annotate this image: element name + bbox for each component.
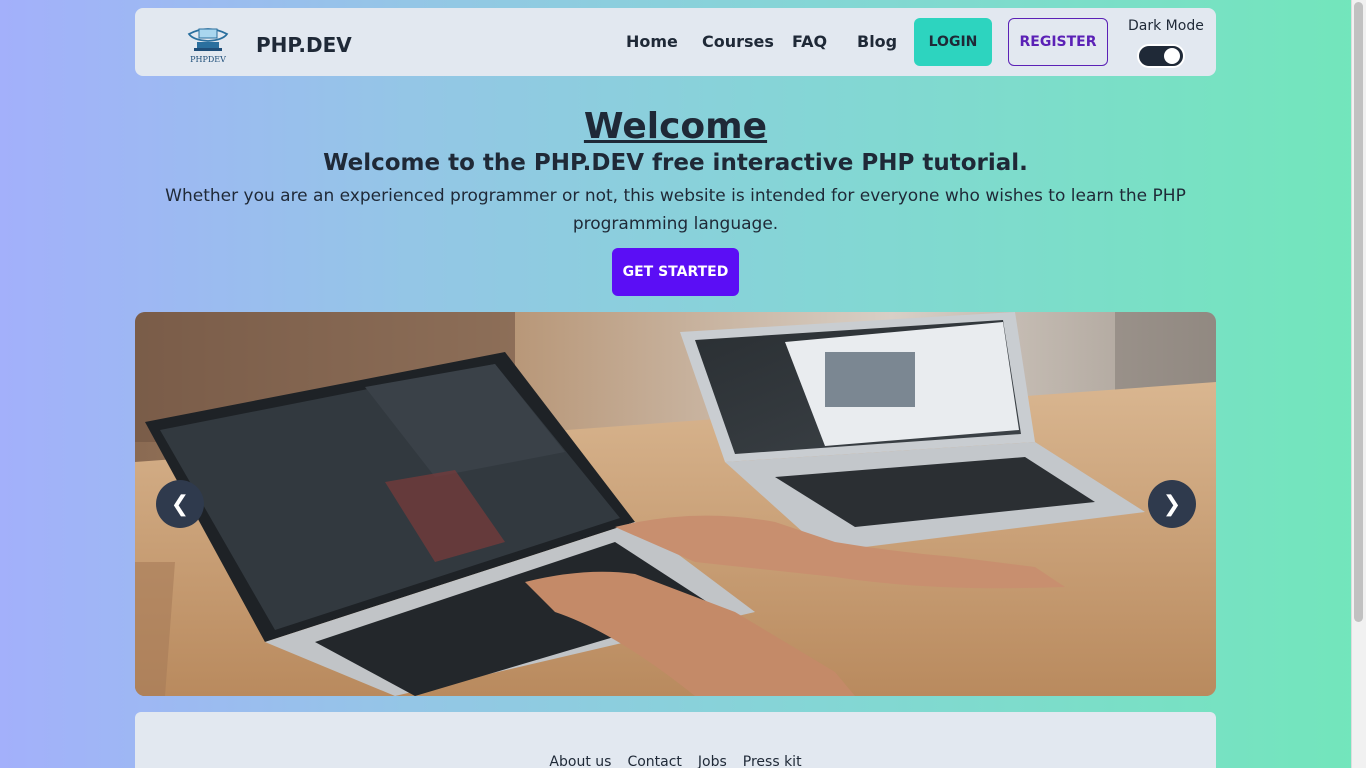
brand-name[interactable]: PHP.DEV [256,33,352,57]
logo-icon[interactable]: PHPDEV [185,24,231,64]
nav-link-courses[interactable]: Courses [702,32,774,51]
toggle-knob [1164,48,1180,64]
carousel-prev-button[interactable]: ❮ [156,480,204,528]
footer: About us Contact Jobs Press kit [135,712,1216,768]
footer-link-press-kit[interactable]: Press kit [743,754,802,768]
dark-mode-label: Dark Mode [1128,18,1204,34]
get-started-button[interactable]: GET STARTED [612,248,739,296]
dark-mode-toggle[interactable] [1137,44,1185,68]
footer-link-contact[interactable]: Contact [627,754,681,768]
footer-link-about[interactable]: About us [549,754,611,768]
carousel-next-button[interactable]: ❯ [1148,480,1196,528]
nav-link-faq[interactable]: FAQ [792,32,827,51]
hero-description: Whether you are an experienced programme… [165,186,1186,234]
laptops-photo [135,312,1216,696]
scrollbar-thumb[interactable] [1354,2,1363,622]
footer-link-jobs[interactable]: Jobs [698,754,727,768]
image-carousel: ❮ ❯ [135,312,1216,696]
nav-link-blog[interactable]: Blog [857,32,897,51]
footer-links: About us Contact Jobs Press kit [135,754,1216,768]
hero-subtitle: Welcome to the PHP.DEV free interactive … [323,150,1028,176]
page-scrollbar[interactable] [1351,0,1366,768]
navbar: PHPDEV PHP.DEV Home Courses FAQ Blog LOG… [135,8,1216,76]
register-button[interactable]: REGISTER [1008,18,1108,66]
svg-text:PHPDEV: PHPDEV [190,55,226,64]
page-title: Welcome [583,106,768,147]
nav-link-home[interactable]: Home [626,32,678,51]
login-button[interactable]: LOGIN [914,18,992,66]
